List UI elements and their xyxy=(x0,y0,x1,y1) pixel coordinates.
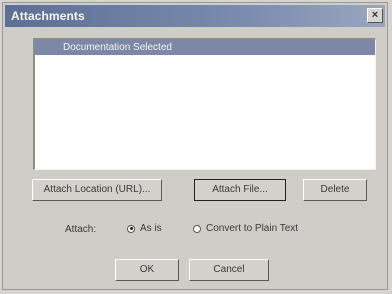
window-title: Attachments xyxy=(11,9,85,23)
list-item-label: Documentation Selected xyxy=(63,42,172,53)
attach-file-button[interactable]: Attach File... xyxy=(194,179,286,201)
convert-plain-text-radio[interactable]: Convert to Plain Text xyxy=(193,223,298,234)
title-bar[interactable]: Attachments × xyxy=(5,5,385,27)
cancel-button[interactable]: Cancel xyxy=(189,259,269,281)
close-icon: × xyxy=(371,9,379,21)
attach-location-button[interactable]: Attach Location (URL)... xyxy=(32,179,162,201)
attach-label: Attach: xyxy=(65,224,97,235)
convert-plain-text-label: Convert to Plain Text xyxy=(206,223,299,234)
ok-button[interactable]: OK xyxy=(115,259,179,281)
radio-unselected-icon xyxy=(193,224,201,233)
close-button[interactable]: × xyxy=(367,8,383,23)
as-is-label: As is xyxy=(140,223,162,234)
attachments-dialog: Attachments × Documentation Selected Att… xyxy=(2,2,388,290)
attachments-list[interactable]: Documentation Selected xyxy=(33,38,376,170)
list-item[interactable]: Documentation Selected xyxy=(35,40,375,55)
delete-button[interactable]: Delete xyxy=(303,179,367,201)
as-is-radio[interactable]: As is xyxy=(127,223,162,234)
radio-selected-icon xyxy=(127,224,135,233)
